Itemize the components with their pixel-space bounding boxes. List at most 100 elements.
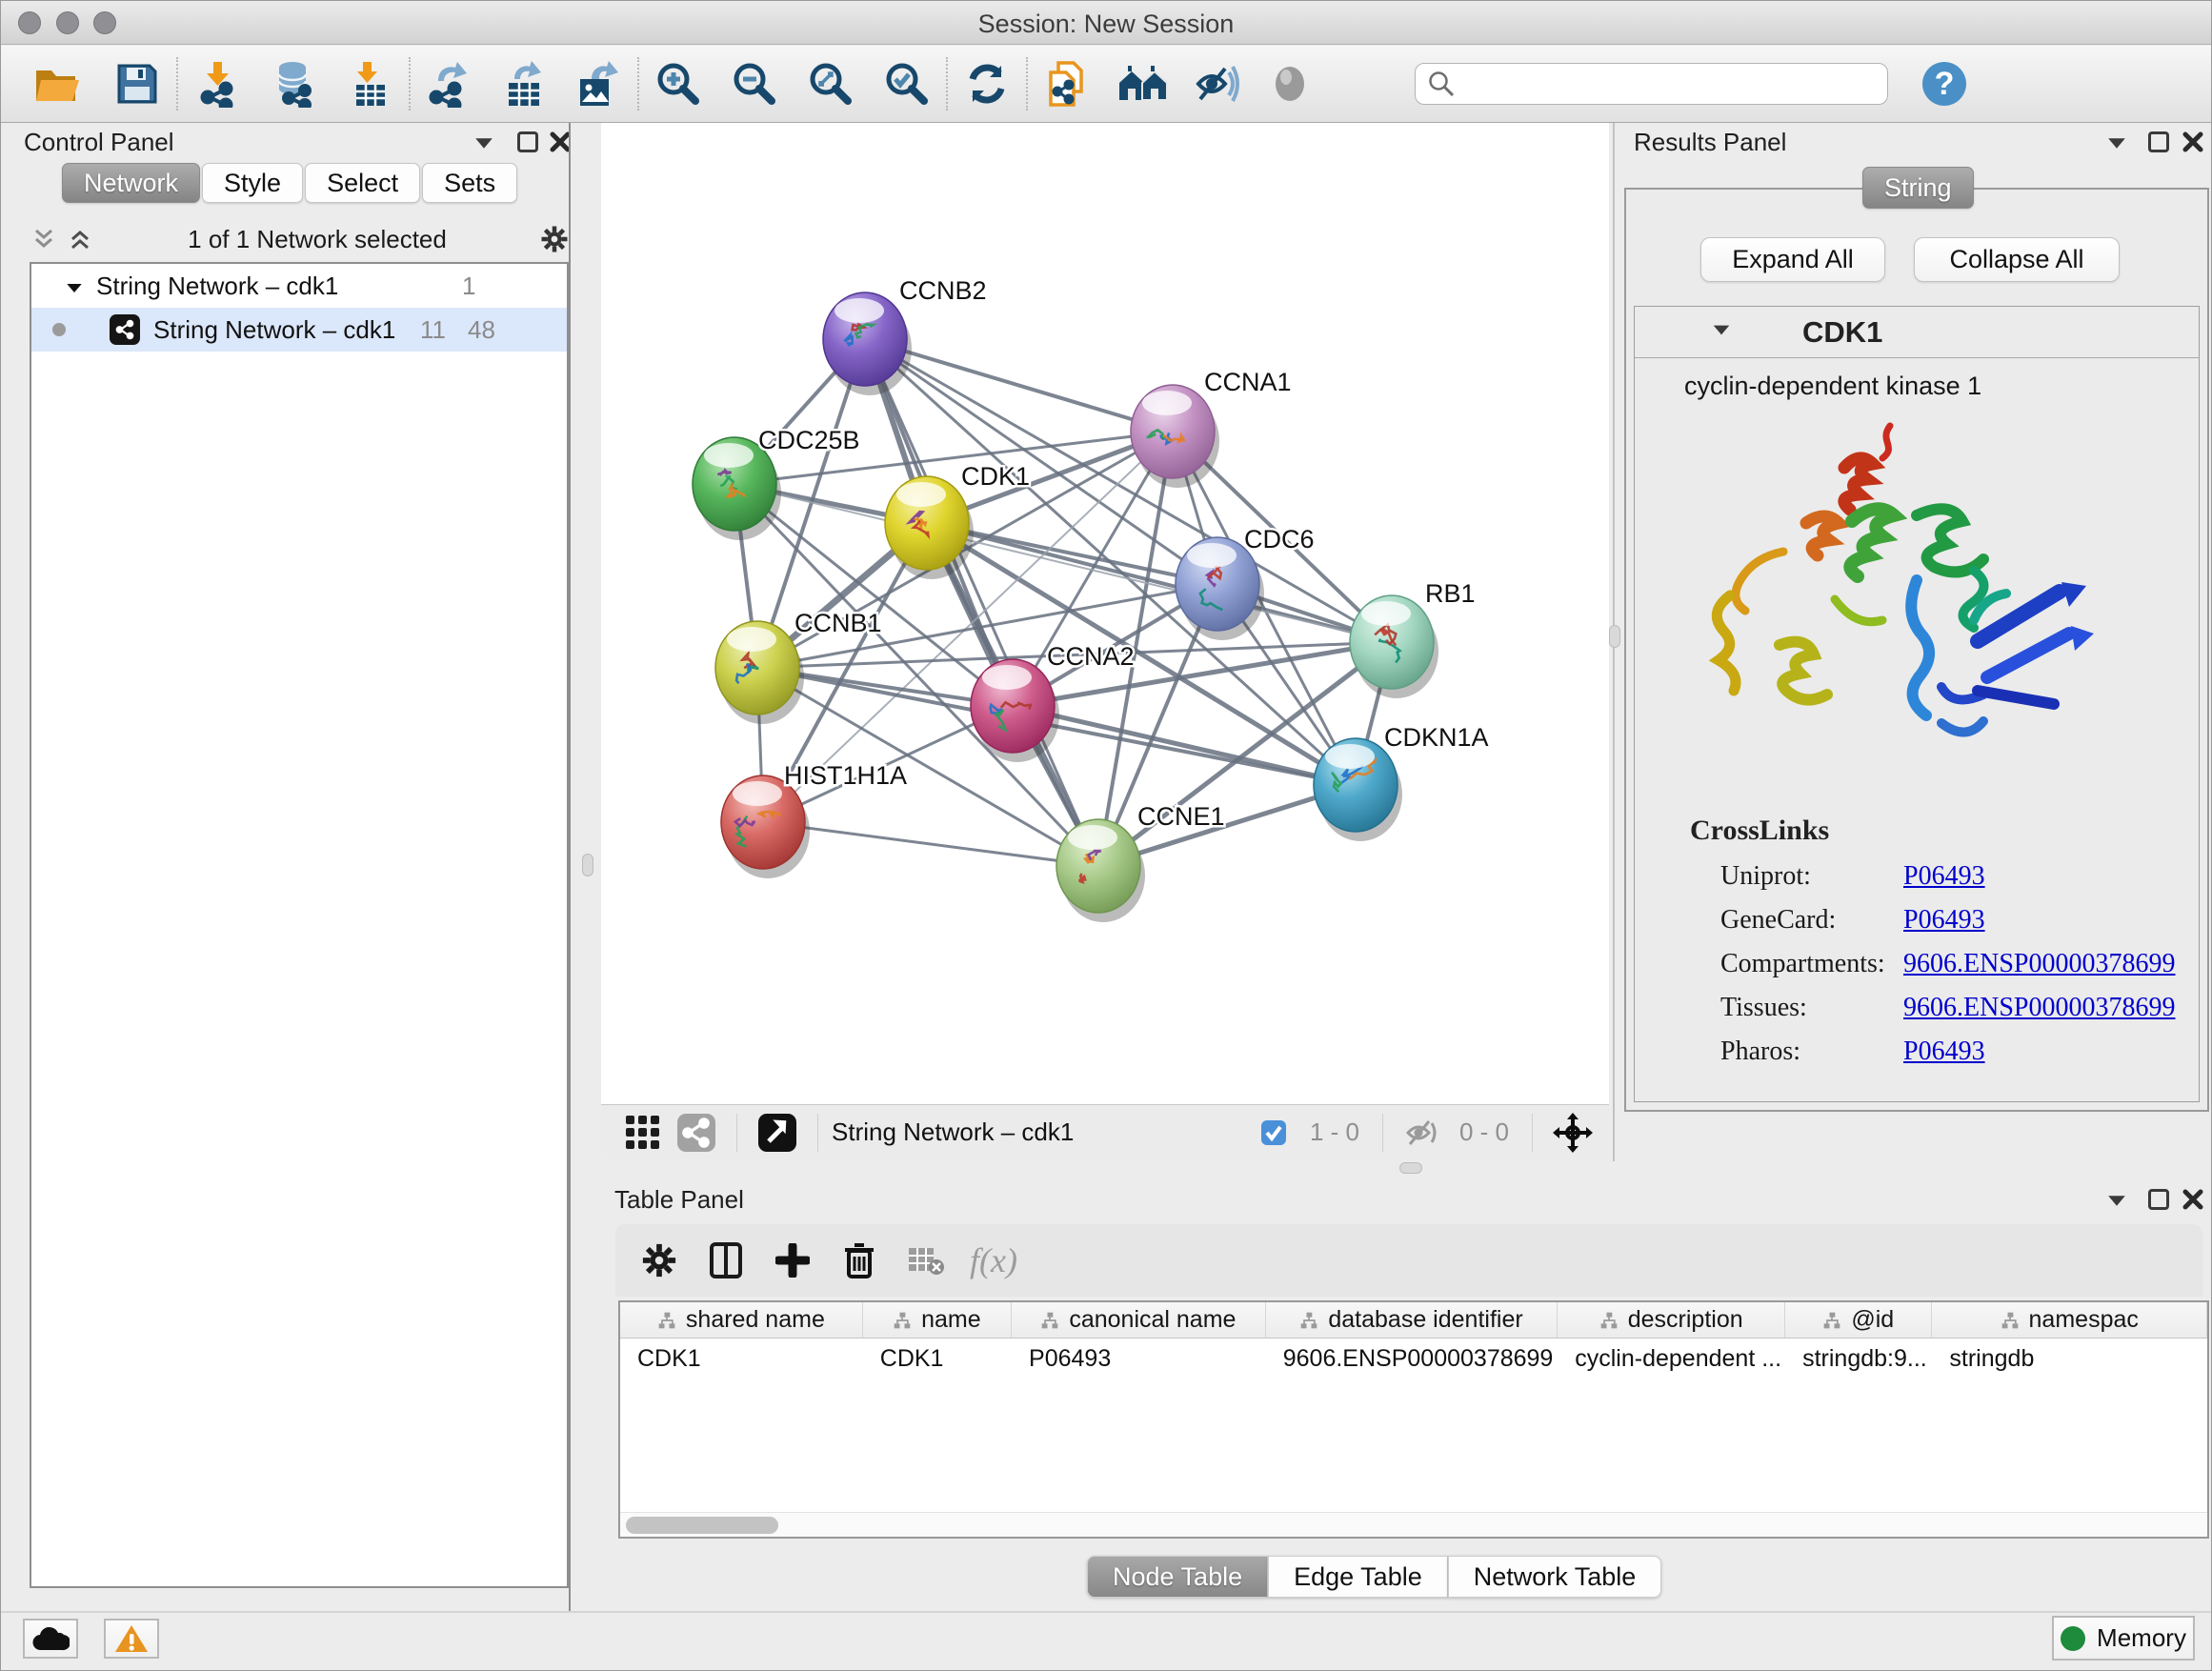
table-cell[interactable]: CDK1 <box>620 1345 863 1373</box>
table-panel-float-button[interactable] <box>2144 1185 2173 1214</box>
zoom-in-button[interactable] <box>651 56 706 111</box>
pan-mode-button[interactable] <box>1546 1106 1599 1159</box>
column-header-namespac[interactable]: namespac <box>1932 1302 2207 1338</box>
collection-expander-icon[interactable] <box>64 272 85 301</box>
save-session-button[interactable] <box>110 56 165 111</box>
crosslink-link[interactable]: 9606.ENSP00000378699 <box>1903 949 2175 979</box>
collapse-all-button[interactable]: Collapse All <box>1914 237 2120 282</box>
import-table-file-button[interactable] <box>342 56 397 111</box>
crosslink-link[interactable]: P06493 <box>1903 861 1985 892</box>
apply-layout-button[interactable] <box>959 56 1015 111</box>
network-node-CDKN1A[interactable] <box>1314 738 1402 841</box>
table-horizontal-scrollbar[interactable] <box>620 1512 2207 1537</box>
table-cell[interactable]: cyclin-dependent ... <box>1558 1345 1785 1373</box>
column-header-database-identifier[interactable]: database identifier <box>1266 1302 1558 1338</box>
scrollbar-thumb[interactable] <box>626 1517 778 1534</box>
network-node-CCNB2[interactable] <box>823 292 912 395</box>
network-node-RB1[interactable] <box>1350 595 1438 698</box>
crosslink-link[interactable]: P06493 <box>1903 905 1985 936</box>
column-header-description[interactable]: description <box>1558 1302 1785 1338</box>
crosslink-row: Tissues:9606.ENSP00000378699 <box>1720 986 2199 1030</box>
left-splitter-handle[interactable] <box>582 854 593 876</box>
network-node-CCNE1[interactable] <box>1056 819 1145 922</box>
selected-indicator-checkbox[interactable] <box>1247 1106 1300 1159</box>
expand-all-icon[interactable] <box>66 225 94 253</box>
table-row[interactable]: CDK1CDK1P064939606.ENSP00000378699cyclin… <box>620 1339 2207 1379</box>
collapse-all-icon[interactable] <box>30 225 58 253</box>
control-panel-float-button[interactable] <box>513 128 542 156</box>
string-view-button[interactable] <box>670 1106 723 1159</box>
clone-network-button[interactable] <box>1039 56 1095 111</box>
plus-icon <box>775 1243 810 1278</box>
import-network-database-button[interactable] <box>266 56 321 111</box>
warnings-button[interactable] <box>104 1619 159 1659</box>
string-network-graph[interactable]: CCNB2CCNA1CDC25BCDK1CDC6RB1CCNB1CCNA2CDK… <box>601 123 1609 1104</box>
network-canvas[interactable]: CCNB2CCNA1CDC25BCDK1CDC6RB1CCNB1CCNA2CDK… <box>601 123 1609 1104</box>
control-panel-menu-button[interactable] <box>470 129 498 157</box>
expand-all-button[interactable]: Expand All <box>1700 237 1885 282</box>
zoom-out-button[interactable] <box>727 56 782 111</box>
show-columns-button[interactable] <box>699 1234 753 1287</box>
table-panel-menu-button[interactable] <box>2102 1186 2131 1215</box>
export-table-button[interactable] <box>496 56 552 111</box>
tab-select[interactable]: Select <box>305 163 420 203</box>
birds-eye-view-button[interactable] <box>751 1106 804 1159</box>
export-image-button[interactable] <box>571 56 626 111</box>
horizontal-splitter-handle[interactable] <box>1399 1162 1422 1174</box>
tab-network-table[interactable]: Network Table <box>1448 1556 1662 1598</box>
tab-style[interactable]: Style <box>202 163 303 203</box>
hidden-indicator-button[interactable] <box>1397 1106 1450 1159</box>
hide-annotations-button[interactable] <box>1190 56 1245 111</box>
column-header-name[interactable]: name <box>863 1302 1012 1338</box>
column-header-shared-name[interactable]: shared name <box>620 1302 863 1338</box>
function-builder-button[interactable]: f(x) <box>970 1240 1017 1280</box>
search-input[interactable] <box>1461 70 1887 99</box>
table-cell[interactable]: CDK1 <box>863 1345 1012 1373</box>
network-node-CDK1[interactable] <box>885 476 974 579</box>
network-edge-CCNA2-CDKN1A[interactable] <box>1013 706 1356 785</box>
table-cell[interactable]: P06493 <box>1012 1345 1266 1373</box>
collection-label: String Network – cdk1 <box>96 272 338 301</box>
cloud-status-button[interactable] <box>23 1619 78 1659</box>
tab-node-table[interactable]: Node Table <box>1087 1556 1268 1598</box>
collapse-section-icon[interactable] <box>1711 324 1732 341</box>
column-header-label: database identifier <box>1328 1306 1522 1334</box>
zoom-fit-button[interactable] <box>803 56 858 111</box>
table-cell[interactable]: stringdb:9... <box>1785 1345 1932 1373</box>
network-edge-CCNE1-HIST1H1A[interactable] <box>763 822 1098 866</box>
protein-header-row[interactable]: CDK1 <box>1635 307 2199 358</box>
export-network-button[interactable] <box>422 56 477 111</box>
grid-mode-button[interactable] <box>616 1106 670 1159</box>
tab-network[interactable]: Network <box>62 163 200 203</box>
column-header--id[interactable]: @id <box>1785 1302 1932 1338</box>
results-panel-menu-button[interactable] <box>2102 129 2131 157</box>
network-options-gear-button[interactable] <box>540 225 569 253</box>
tab-string[interactable]: String <box>1862 167 1974 209</box>
column-header-canonical-name[interactable]: canonical name <box>1012 1302 1266 1338</box>
right-splitter-handle[interactable] <box>1609 625 1620 648</box>
memory-button[interactable]: Memory <box>2052 1616 2195 1661</box>
crosslink-link[interactable]: P06493 <box>1903 1037 1985 1067</box>
create-column-button[interactable] <box>766 1234 819 1287</box>
open-session-button[interactable] <box>30 56 85 111</box>
delete-columns-button[interactable] <box>833 1234 886 1287</box>
show-graphics-details-button[interactable] <box>1262 56 1317 111</box>
table-cell[interactable]: stringdb <box>1932 1345 2207 1373</box>
network-row[interactable]: String Network – cdk1 11 48 <box>31 308 567 352</box>
help-button[interactable]: ? <box>1917 56 1972 111</box>
import-network-file-button[interactable] <box>190 56 245 111</box>
results-panel-float-button[interactable] <box>2144 128 2173 156</box>
table-options-button[interactable] <box>633 1234 686 1287</box>
tab-edge-table[interactable]: Edge Table <box>1268 1556 1448 1598</box>
delete-table-button[interactable] <box>899 1234 953 1287</box>
zoom-selected-button[interactable] <box>879 56 935 111</box>
crosslink-label: Pharos: <box>1720 1037 1903 1067</box>
table-cell[interactable]: 9606.ENSP00000378699 <box>1266 1345 1558 1373</box>
show-all-views-button[interactable] <box>1116 56 1171 111</box>
table-panel-close-button[interactable] <box>2179 1185 2207 1214</box>
results-panel-close-button[interactable] <box>2179 128 2207 156</box>
network-collection-row[interactable]: String Network – cdk1 1 <box>31 264 567 308</box>
crosslink-link[interactable]: 9606.ENSP00000378699 <box>1903 993 2175 1023</box>
tab-sets[interactable]: Sets <box>422 163 517 203</box>
network-node-CCNA1[interactable] <box>1131 385 1219 488</box>
